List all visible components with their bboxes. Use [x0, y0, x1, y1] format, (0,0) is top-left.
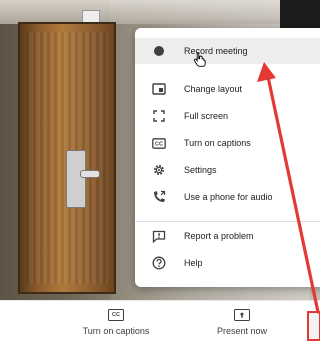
menu-item-phone-audio[interactable]: Use a phone for audio [135, 184, 320, 210]
bottom-toolbar: CC Turn on captions Present now [0, 300, 320, 345]
menu-item-full-screen[interactable]: Full screen [135, 103, 320, 129]
report-icon [151, 228, 167, 244]
menu-item-change-layout[interactable]: Change layout [135, 76, 320, 102]
more-options-menu: Record meeting Change layout Full screen… [135, 28, 320, 287]
hand-cursor-icon [193, 51, 207, 72]
captions-button-label: Turn on captions [82, 326, 150, 336]
present-button-label: Present now [216, 326, 268, 336]
menu-item-label: Full screen [184, 111, 229, 121]
menu-item-label: Use a phone for audio [184, 192, 273, 202]
more-options-highlight[interactable] [307, 311, 320, 341]
gear-icon [151, 162, 167, 178]
menu-item-label: Change layout [184, 84, 243, 94]
captions-icon: CC [151, 135, 167, 151]
present-icon [234, 309, 250, 321]
menu-item-record-meeting[interactable]: Record meeting [135, 38, 320, 64]
menu-item-help[interactable]: Help [135, 250, 320, 276]
present-now-button[interactable]: Present now [202, 309, 282, 336]
menu-item-label: Settings [184, 165, 217, 175]
menu-item-label: Turn on captions [184, 138, 251, 148]
door-plate [66, 150, 86, 208]
fullscreen-icon [151, 108, 167, 124]
help-icon [151, 255, 167, 271]
captions-icon: CC [108, 309, 124, 321]
menu-item-label: Help [184, 258, 203, 268]
turn-on-captions-button[interactable]: CC Turn on captions [76, 309, 156, 336]
layout-icon [151, 81, 167, 97]
svg-text:CC: CC [155, 141, 163, 147]
menu-divider [135, 221, 320, 222]
menu-item-turn-on-captions[interactable]: CC Turn on captions [135, 130, 320, 156]
phone-icon [151, 189, 167, 205]
record-dot-icon [151, 43, 167, 59]
menu-item-report-problem[interactable]: Report a problem [135, 223, 320, 249]
door-handle [80, 170, 100, 178]
menu-item-label: Report a problem [184, 231, 254, 241]
menu-item-settings[interactable]: Settings [135, 157, 320, 183]
